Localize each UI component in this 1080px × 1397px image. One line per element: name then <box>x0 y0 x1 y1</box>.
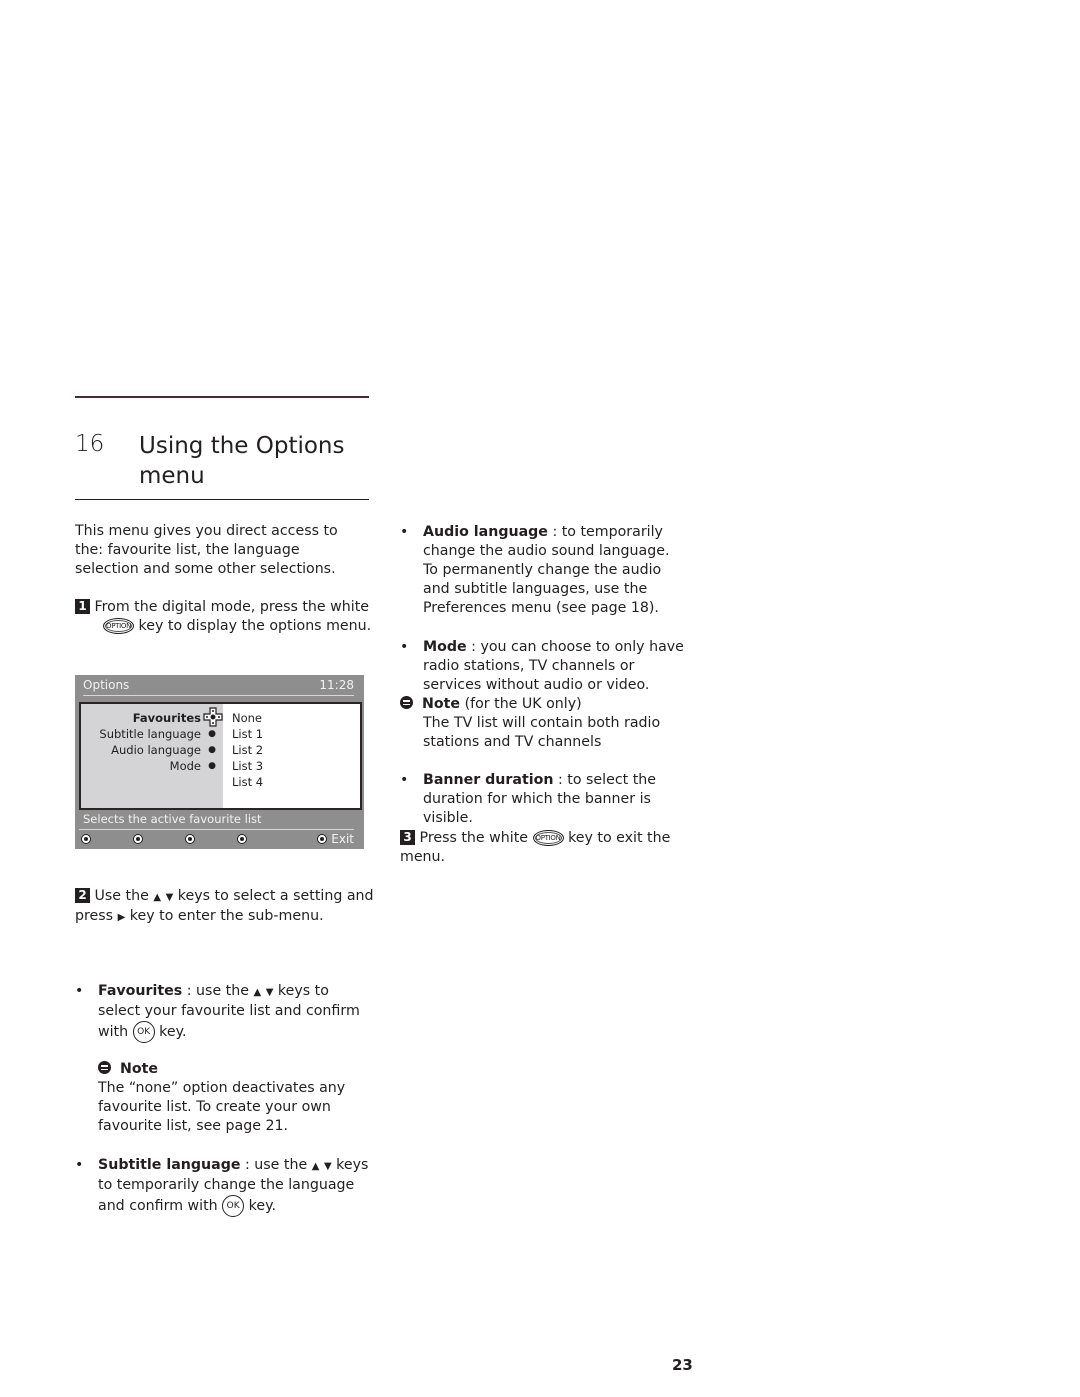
bullet-text: : use the <box>245 1157 308 1173</box>
down-arrow-icon: ▼ <box>165 892 174 903</box>
menu-item-subtitle-language[interactable]: Subtitle language ● <box>81 726 223 742</box>
bullet-mode: • Mode : you can choose to only have rad… <box>400 638 690 695</box>
color-key-button[interactable] <box>185 832 237 846</box>
menu-divider <box>79 829 354 830</box>
bullet-text: : use the <box>186 983 249 999</box>
option-key-icon: OPTION <box>532 830 564 846</box>
bullet-banner-duration: • Banner duration : to select the durati… <box>400 771 690 828</box>
step-text: Use the <box>94 888 149 904</box>
exit-label: Exit <box>331 832 354 846</box>
menu-item-mode[interactable]: Mode ● <box>81 758 223 774</box>
chapter-title: Using the Options menu <box>139 431 345 491</box>
color-key-button[interactable] <box>133 832 185 846</box>
button-icon <box>133 834 143 844</box>
step-3: 3 Press the white OPTION key to exit the… <box>400 829 680 867</box>
ok-key-icon: OK <box>132 1021 155 1043</box>
up-arrow-icon: ▲ <box>311 1161 320 1172</box>
bullet-text: To permanently change the audio and subt… <box>423 562 662 616</box>
up-arrow-icon: ▲ <box>153 892 162 903</box>
bullet-icon: • <box>75 1157 84 1173</box>
dot-icon: ● <box>208 761 216 771</box>
dot-icon: ● <box>208 729 216 739</box>
bullet-term: Subtitle language <box>98 1157 241 1173</box>
note-icon <box>400 696 413 709</box>
down-arrow-icon: ▼ <box>265 987 274 998</box>
intro-paragraph: This menu gives you direct access to the… <box>75 523 338 577</box>
dot-icon: ● <box>208 745 216 755</box>
menu-clock: 11:28 <box>319 678 354 692</box>
step-1: 1 From the digital mode, press the white… <box>75 598 375 636</box>
bullet-term: Favourites <box>98 983 183 999</box>
color-key-button[interactable] <box>237 832 289 846</box>
step-text: From the digital mode, press the white <box>94 599 369 615</box>
step-number: 2 <box>75 888 90 903</box>
bullet-term: Audio language <box>423 524 548 540</box>
chapter-title-line1: Using the Options <box>139 433 345 459</box>
bullet-term: Mode <box>423 639 467 655</box>
menu-item-label: Audio language <box>111 743 201 757</box>
menu-items: Favourites Subtitle language ● Audio lang… <box>81 704 223 808</box>
ok-key-icon: OK <box>222 1195 245 1217</box>
submenu-option[interactable]: List 3 <box>232 758 360 774</box>
button-icon <box>185 834 195 844</box>
step-number: 1 <box>75 599 90 614</box>
step-number: 3 <box>400 830 415 845</box>
menu-item-favourites[interactable]: Favourites <box>81 707 223 727</box>
menu-item-label: Mode <box>169 759 201 773</box>
submenu-options: None List 1 List 2 List 3 List 4 <box>223 704 360 808</box>
menu-panel: Favourites Subtitle language ● Audio lang… <box>79 702 362 810</box>
menu-title: Options <box>83 678 130 692</box>
bullet-icon: • <box>75 983 84 999</box>
right-arrow-icon: ▶ <box>117 912 126 923</box>
menu-item-label: Favourites <box>132 711 201 725</box>
bullet-subtitle-language: • Subtitle language : use the ▲ ▼ keys t… <box>75 1156 370 1217</box>
bullet-icon: • <box>400 524 409 540</box>
bullet-text: key. <box>159 1024 187 1040</box>
note-title: Note <box>120 1061 159 1077</box>
exit-button[interactable]: Exit <box>317 832 354 846</box>
note-icon <box>98 1061 111 1074</box>
submenu-option[interactable]: List 2 <box>232 742 360 758</box>
chapter-top-rule <box>75 396 369 398</box>
button-icon <box>81 834 91 844</box>
chapter-title-line2: menu <box>139 463 205 489</box>
step-text: key to display the options menu. <box>138 618 372 634</box>
menu-header: Options 11:28 <box>83 678 354 696</box>
note-title: Note <box>422 696 461 712</box>
option-key-icon: OPTION <box>103 618 135 634</box>
step-2: 2 Use the ▲ ▼ keys to select a setting a… <box>75 887 375 927</box>
menu-item-label: Subtitle language <box>99 727 201 741</box>
menu-help-text: Selects the active favourite list <box>83 812 262 826</box>
step-text: key to enter the sub-menu. <box>129 908 324 924</box>
bullet-term: Banner duration <box>423 772 554 788</box>
page-number: 23 <box>672 1356 693 1374</box>
note-text: The TV list will contain both radio stat… <box>423 715 661 750</box>
chapter-number: 16 <box>75 431 105 457</box>
bullet-favourites: • Favourites : use the ▲ ▼ keys to selec… <box>75 982 370 1043</box>
bullet-text: key. <box>248 1198 276 1214</box>
bullet-icon: • <box>400 639 409 655</box>
button-icon <box>237 834 247 844</box>
dpad-icon <box>201 707 223 727</box>
submenu-option[interactable]: List 1 <box>232 726 360 742</box>
submenu-option[interactable]: None <box>232 710 360 726</box>
submenu-option[interactable]: List 4 <box>232 774 360 790</box>
bullet-icon: • <box>400 772 409 788</box>
button-icon <box>317 834 328 844</box>
options-menu-screenshot: Options 11:28 Favourites Subtitle langua… <box>75 675 364 849</box>
menu-item-audio-language[interactable]: Audio language ● <box>81 742 223 758</box>
note-qualifier: (for the UK only) <box>464 696 582 712</box>
step-text: Press the white <box>419 830 528 846</box>
chapter-bottom-rule <box>75 499 369 500</box>
note-mode: Note (for the UK only) The TV list will … <box>400 695 690 752</box>
up-arrow-icon: ▲ <box>253 987 262 998</box>
note-text: The “none” option deactivates any favour… <box>98 1080 346 1134</box>
bullet-audio-language: • Audio language : to temporarily change… <box>400 523 690 618</box>
down-arrow-icon: ▼ <box>323 1161 332 1172</box>
color-key-bar: Exit <box>81 832 354 846</box>
color-key-button[interactable] <box>81 832 133 846</box>
note-favourites: Note The “none” option deactivates any f… <box>98 1060 348 1136</box>
